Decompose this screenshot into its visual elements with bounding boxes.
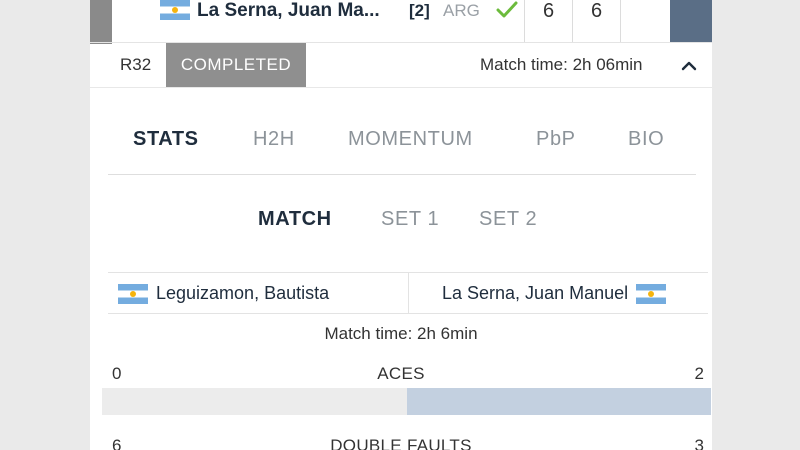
argentina-flag-icon	[160, 0, 190, 20]
winner-check-icon	[496, 1, 518, 18]
left-player: Leguizamon, Bautista	[118, 283, 329, 304]
stats-tabs: STATS H2H MOMENTUM PbP BIO	[90, 120, 712, 164]
chevron-up-icon[interactable]	[678, 57, 700, 75]
match-card: La Serna, Juan Ma... [2] ARG 6 6 R32 COM…	[90, 0, 712, 450]
tab-momentum[interactable]: MOMENTUM	[348, 128, 473, 151]
stats-match-time: Match time: 2h 6min	[324, 324, 478, 343]
set-3-score	[620, 0, 668, 42]
round-label: R32	[120, 55, 152, 74]
player-seed: [2]	[409, 1, 430, 20]
period-tabs: MATCH SET 1 SET 2	[90, 198, 712, 242]
match-time-header: Match time: 2h 06min	[480, 55, 643, 74]
argentina-flag-icon	[636, 283, 667, 304]
subtab-match[interactable]: MATCH	[258, 208, 332, 231]
match-status-row: R32 COMPLETED Match time: 2h 06min	[90, 42, 712, 87]
tab-bio[interactable]: BIO	[628, 128, 664, 151]
status-badge: COMPLETED	[166, 43, 306, 87]
right-player: La Serna, Juan Manuel	[442, 283, 667, 304]
player-name[interactable]: La Serna, Juan Ma...	[197, 0, 380, 22]
subtab-set-2[interactable]: SET 2	[479, 208, 537, 231]
left-player-name: Leguizamon, Bautista	[156, 283, 330, 303]
player-status-rail	[90, 0, 112, 44]
argentina-flag-icon	[118, 283, 148, 304]
section-divider	[90, 87, 712, 88]
tab-h2h[interactable]: H2H	[253, 128, 295, 151]
stat-bar-right-fill	[406, 388, 711, 415]
stat-right-value: 3	[694, 436, 704, 450]
right-player-name: La Serna, Juan Manuel	[442, 283, 629, 303]
player-country: ARG	[443, 1, 480, 20]
player-row: La Serna, Juan Ma... [2] ARG 6 6	[112, 0, 670, 42]
tab-stats[interactable]: STATS	[133, 128, 199, 151]
score-highlight-cell	[670, 0, 712, 42]
players-comparison-header: Leguizamon, Bautista La Serna, Juan Manu…	[108, 272, 708, 314]
set-1-score: 6	[524, 0, 572, 42]
stat-right-value: 2	[694, 364, 704, 383]
subtab-set-1[interactable]: SET 1	[381, 208, 439, 231]
set-2-score: 6	[572, 0, 620, 42]
stat-label: ACES	[377, 364, 425, 383]
players-separator	[408, 273, 409, 313]
tab-pbp[interactable]: PbP	[536, 128, 576, 151]
tabs-divider	[108, 174, 696, 175]
stat-label: DOUBLE FAULTS	[330, 436, 472, 450]
stat-bar	[102, 388, 711, 415]
